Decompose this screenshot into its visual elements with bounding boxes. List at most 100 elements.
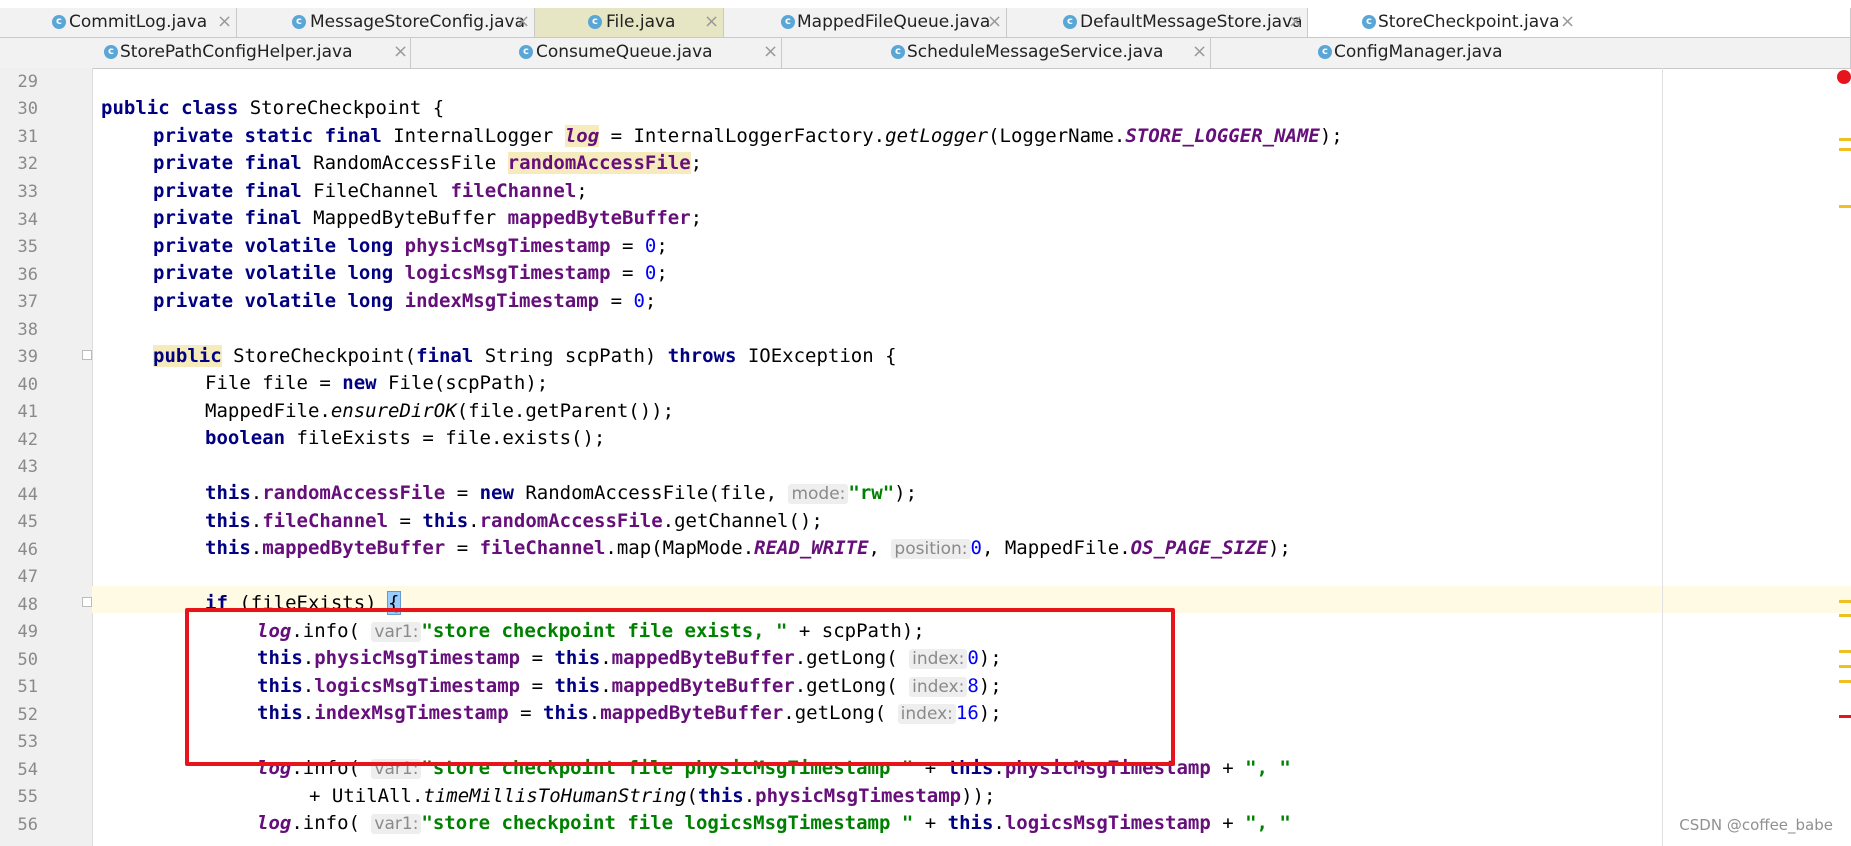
scroll-marker[interactable] xyxy=(1839,665,1851,668)
line-number: 36 xyxy=(17,265,38,285)
close-icon[interactable]: × xyxy=(1288,11,1303,32)
tab-defaultmessagestore[interactable]: c DefaultMessageStore.java × xyxy=(1007,8,1308,37)
parameter-hint: mode: xyxy=(788,484,849,504)
tab-mappedfilequeue[interactable]: c MappedFileQueue.java × xyxy=(724,8,1007,37)
code-line-55: + UtilAll.timeMillisToHumanString(this.p… xyxy=(309,785,996,807)
code-line-31: private static final InternalLogger log … xyxy=(153,125,1343,147)
tab-configmanager[interactable]: c ConfigManager.java xyxy=(1211,38,1851,68)
error-indicator-icon[interactable] xyxy=(1837,70,1851,84)
line-number: 39 xyxy=(17,347,38,367)
tab-label: MappedFileQueue.java xyxy=(797,12,991,32)
line-number: 55 xyxy=(17,787,38,807)
tab-label: CommitLog.java xyxy=(69,12,208,32)
line-number: 40 xyxy=(17,375,38,395)
line-number: 35 xyxy=(17,237,38,257)
tab-file[interactable]: c File.java × xyxy=(535,8,724,37)
watermark: CSDN @coffee_babe xyxy=(1679,816,1833,834)
code-line-42: boolean fileExists = file.exists(); xyxy=(205,427,606,449)
close-icon[interactable]: × xyxy=(515,11,530,32)
parameter-hint: var1: xyxy=(371,814,422,834)
class-icon: c xyxy=(1318,45,1332,59)
scroll-marker[interactable] xyxy=(1839,650,1851,653)
line-number: 45 xyxy=(17,512,38,532)
tab-label: DefaultMessageStore.java xyxy=(1080,12,1303,32)
scroll-marker[interactable] xyxy=(1839,148,1851,151)
code-line-32: private final RandomAccessFile randomAcc… xyxy=(153,152,703,174)
tab-label: StorePathConfigHelper.java xyxy=(120,42,353,62)
code-line-37: private volatile long indexMsgTimestamp … xyxy=(153,290,657,312)
line-number: 48 xyxy=(17,595,38,615)
tab-commitlog[interactable]: c CommitLog.java × xyxy=(0,8,237,37)
code-line-56: log.info( var1: "store checkpoint file lo… xyxy=(257,812,1291,834)
tab-consumequeue[interactable]: c ConsumeQueue.java × xyxy=(411,38,782,68)
fold-marker[interactable] xyxy=(82,597,92,607)
class-icon: c xyxy=(891,45,905,59)
scroll-marker[interactable] xyxy=(1839,600,1851,603)
line-number: 34 xyxy=(17,210,38,230)
line-number: 29 xyxy=(17,72,38,92)
editor-tab-row-2: c StorePathConfigHelper.java × c Consume… xyxy=(0,38,1851,69)
line-number: 38 xyxy=(17,320,38,340)
line-number: 47 xyxy=(17,567,38,587)
fold-marker[interactable] xyxy=(82,350,92,360)
line-number: 52 xyxy=(17,705,38,725)
class-icon: c xyxy=(104,45,118,59)
line-number: 56 xyxy=(17,815,38,835)
code-line-36: private volatile long logicsMsgTimestamp… xyxy=(153,262,668,284)
line-number: 43 xyxy=(17,457,38,477)
line-number: 41 xyxy=(17,402,38,422)
close-icon[interactable]: × xyxy=(1192,41,1207,62)
close-icon[interactable]: × xyxy=(704,11,719,32)
close-icon[interactable]: × xyxy=(987,11,1002,32)
scroll-marker[interactable] xyxy=(1839,205,1851,208)
close-icon[interactable]: × xyxy=(217,11,232,32)
line-number-gutter: 29 30 31 32 33 34 35 36 37 38 39 40 41 4… xyxy=(0,68,93,846)
code-line-40: File file = new File(scpPath); xyxy=(205,372,549,394)
scroll-marker[interactable] xyxy=(1839,680,1851,683)
tab-label: StoreCheckpoint.java xyxy=(1378,12,1560,32)
class-icon: c xyxy=(1063,15,1077,29)
tab-label: ConsumeQueue.java xyxy=(536,42,713,62)
code-line-45: this.fileChannel = this.randomAccessFile… xyxy=(205,510,823,532)
close-icon[interactable]: × xyxy=(393,41,408,62)
code-line-34: private final MappedByteBuffer mappedByt… xyxy=(153,207,703,229)
code-line-44: this.randomAccessFile = new RandomAccess… xyxy=(205,482,918,504)
scroll-marker[interactable] xyxy=(1839,138,1851,141)
tab-schedulemessageservice[interactable]: c ScheduleMessageService.java × xyxy=(782,38,1211,68)
tab-storecheckpoint[interactable]: c StoreCheckpoint.java × xyxy=(1308,8,1851,37)
scroll-marker[interactable] xyxy=(1839,715,1851,718)
line-number: 51 xyxy=(17,677,38,697)
close-icon[interactable]: × xyxy=(763,41,778,62)
line-number: 54 xyxy=(17,760,38,780)
annotation-highlight-box xyxy=(185,608,1175,766)
line-number: 53 xyxy=(17,732,38,752)
class-icon: c xyxy=(519,45,533,59)
code-line-39: public StoreCheckpoint(final String scpP… xyxy=(153,345,897,367)
class-icon: c xyxy=(1362,15,1376,29)
scroll-marker[interactable] xyxy=(1839,614,1851,617)
tab-label: ScheduleMessageService.java xyxy=(907,42,1164,62)
line-number: 37 xyxy=(17,292,38,312)
code-line-33: private final FileChannel fileChannel; xyxy=(153,180,588,202)
line-number: 30 xyxy=(17,99,38,119)
line-number: 42 xyxy=(17,430,38,450)
class-icon: c xyxy=(781,15,795,29)
line-number: 44 xyxy=(17,485,38,505)
close-icon[interactable]: × xyxy=(1560,11,1575,32)
line-number: 46 xyxy=(17,540,38,560)
code-line-30: public class StoreCheckpoint { xyxy=(101,97,445,119)
line-number: 49 xyxy=(17,622,38,642)
editor-tab-row-1: c CommitLog.java × c MessageStoreConfig.… xyxy=(0,8,1851,38)
tab-messagestoreconfig[interactable]: c MessageStoreConfig.java × xyxy=(237,8,535,37)
tab-label: ConfigManager.java xyxy=(1334,42,1503,62)
code-line-41: MappedFile.ensureDirOK(file.getParent())… xyxy=(205,400,675,422)
tab-label: File.java xyxy=(606,12,676,32)
class-icon: c xyxy=(292,15,306,29)
code-line-46: this.mappedByteBuffer = fileChannel.map(… xyxy=(205,537,1291,559)
code-line-35: private volatile long physicMsgTimestamp… xyxy=(153,235,668,257)
line-number: 50 xyxy=(17,650,38,670)
tab-label: MessageStoreConfig.java xyxy=(310,12,526,32)
class-icon: c xyxy=(52,15,66,29)
class-icon: c xyxy=(588,15,602,29)
tab-storepathconfighelper[interactable]: c StorePathConfigHelper.java × xyxy=(0,38,411,68)
